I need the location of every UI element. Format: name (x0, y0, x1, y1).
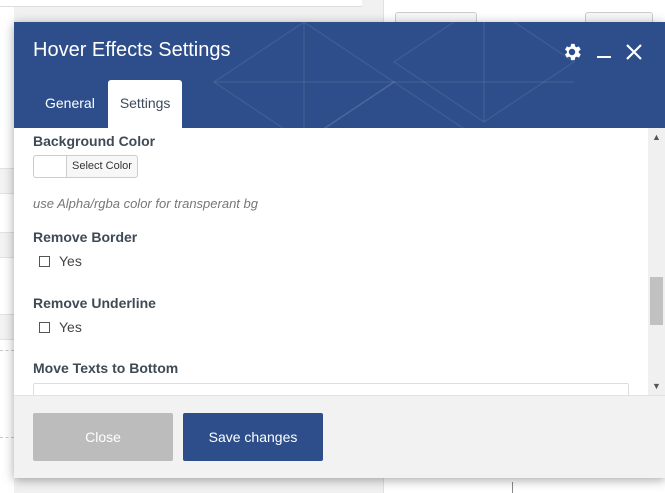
background-dashed-area (0, 350, 14, 438)
background-top-box (0, 0, 362, 7)
tab-general[interactable]: General (32, 80, 108, 128)
remove-underline-label: Remove Underline (33, 295, 156, 311)
modal-header: Hover Effects Settings General Settings (14, 22, 665, 128)
remove-underline-option[interactable]: Yes (39, 319, 82, 335)
select-color-label: Select Color (72, 160, 132, 172)
background-color-label: Background Color (33, 133, 156, 149)
background-row (0, 314, 14, 340)
remove-border-yes-label: Yes (59, 253, 82, 269)
move-texts-bottom-select[interactable] (33, 383, 629, 395)
minimize-icon[interactable] (592, 40, 616, 64)
gear-icon[interactable] (560, 40, 584, 64)
hover-effects-settings-modal: Hover Effects Settings General Settings … (14, 22, 665, 478)
close-button[interactable]: Close (33, 413, 173, 461)
close-icon[interactable] (622, 40, 646, 64)
move-texts-bottom-label: Move Texts to Bottom (33, 360, 179, 376)
modal-title: Hover Effects Settings (33, 39, 231, 61)
scroll-thumb[interactable] (650, 277, 663, 325)
background-row (0, 168, 14, 194)
modal-footer: Close Save changes (14, 395, 665, 478)
remove-border-option[interactable]: Yes (39, 253, 82, 269)
background-color-hint: use Alpha/rgba color for transperant bg (33, 196, 258, 211)
background-divider (512, 482, 513, 493)
remove-underline-checkbox[interactable] (39, 321, 50, 333)
tab-bar: General Settings (32, 80, 183, 128)
color-swatch (34, 156, 67, 177)
select-color-button[interactable]: Select Color (33, 155, 138, 178)
tab-settings[interactable]: Settings (107, 80, 183, 128)
settings-scrollbar[interactable]: ▲ ▼ (648, 128, 665, 395)
settings-panel: Background Color Select Color use Alpha/… (14, 128, 665, 395)
remove-border-label: Remove Border (33, 229, 138, 245)
save-changes-button[interactable]: Save changes (183, 413, 323, 461)
scroll-down-arrow-icon[interactable]: ▼ (648, 379, 665, 393)
scroll-up-arrow-icon[interactable]: ▲ (648, 130, 665, 144)
remove-underline-yes-label: Yes (59, 319, 82, 335)
background-row (0, 232, 14, 258)
remove-border-checkbox[interactable] (39, 255, 50, 267)
